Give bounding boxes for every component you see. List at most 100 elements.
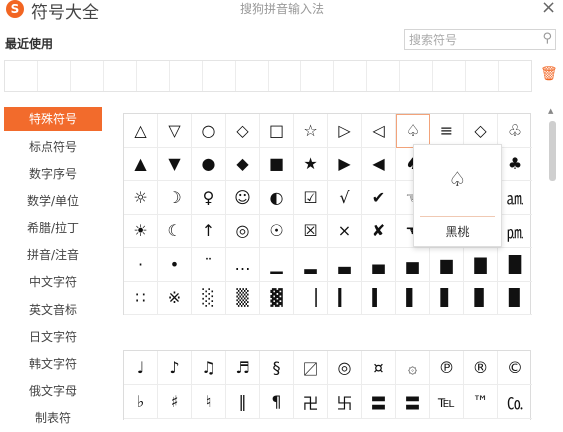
symbol-cell[interactable]: ◇ xyxy=(226,114,260,148)
symbol-cell[interactable]: ░ xyxy=(192,281,226,315)
sidebar-category-item[interactable]: 韩文字符 xyxy=(4,351,102,378)
sidebar-category-item[interactable]: 英文音标 xyxy=(4,297,102,324)
symbol-cell[interactable]: ☽ xyxy=(158,181,192,215)
symbol-cell[interactable]: ™ xyxy=(464,385,498,419)
symbol-cell[interactable]: ◆ xyxy=(226,147,260,181)
search-input[interactable] xyxy=(405,30,543,49)
recent-slot[interactable] xyxy=(104,61,137,91)
symbol-cell[interactable]: ∷ xyxy=(124,281,158,315)
recent-slot[interactable] xyxy=(367,61,401,91)
symbol-cell[interactable]: ℗ xyxy=(430,351,464,385)
symbol-cell[interactable]: ♫ xyxy=(192,351,226,385)
symbol-cell[interactable]: ◁ xyxy=(362,114,396,148)
symbol-cell[interactable]: 〼 xyxy=(294,351,328,385)
symbol-cell[interactable]: ♬ xyxy=(226,351,260,385)
symbol-cell[interactable]: ▷ xyxy=(328,114,362,148)
sidebar-category-item[interactable]: 日文字符 xyxy=(4,324,102,351)
recent-slot[interactable] xyxy=(137,61,170,91)
symbol-cell[interactable]: ㏘ xyxy=(498,215,532,248)
sidebar-category-item[interactable]: 数学/单位 xyxy=(4,188,102,215)
symbol-cell[interactable]: ▲ xyxy=(124,147,158,181)
symbol-cell[interactable]: ▽ xyxy=(158,114,192,148)
symbol-cell[interactable]: © xyxy=(498,351,532,385)
symbol-cell[interactable]: ☼ xyxy=(124,181,158,215)
symbol-cell[interactable]: ◐ xyxy=(260,181,294,215)
recent-slot[interactable] xyxy=(269,61,302,91)
symbol-cell[interactable]: ☾ xyxy=(158,214,192,248)
symbol-cell[interactable]: ▓ xyxy=(260,281,294,315)
symbol-cell[interactable]: ◇ xyxy=(464,114,498,148)
symbol-cell[interactable]: ▕ xyxy=(294,281,328,315)
symbol-cell[interactable]: ۞ xyxy=(396,351,430,385)
sidebar-category-item[interactable]: 制表符 xyxy=(4,405,102,432)
symbol-cell[interactable]: ▇ xyxy=(464,248,498,282)
symbol-cell[interactable]: ▅ xyxy=(396,248,430,282)
symbol-cell[interactable]: ▍ xyxy=(362,281,396,315)
symbol-cell[interactable]: ㏂ xyxy=(498,181,532,215)
sidebar-category-item[interactable]: 俄文字母 xyxy=(4,378,102,405)
symbol-cell[interactable]: ▊ xyxy=(464,281,498,315)
symbol-cell[interactable]: … xyxy=(226,248,260,282)
symbol-cell[interactable]: ▶ xyxy=(328,147,362,181)
symbol-cell[interactable]: ♤ xyxy=(396,114,430,148)
symbol-cell[interactable]: ¤ xyxy=(362,351,396,385)
symbol-cell[interactable]: ≡ xyxy=(430,114,464,148)
symbol-cell[interactable]: ® xyxy=(464,351,498,385)
symbol-cell[interactable]: ☑ xyxy=(294,181,328,215)
recent-slot[interactable] xyxy=(301,61,335,91)
sidebar-category-item[interactable]: 数字序号 xyxy=(4,161,102,188)
symbol-cell[interactable]: ¨ xyxy=(192,248,226,282)
recent-slot[interactable] xyxy=(499,61,531,91)
vertical-scrollbar[interactable]: ▲ xyxy=(546,107,558,420)
symbol-cell[interactable]: § xyxy=(260,351,294,385)
symbol-cell[interactable]: ▉ xyxy=(498,282,532,315)
recent-slot[interactable] xyxy=(170,61,203,91)
symbol-cell[interactable]: ♭ xyxy=(124,385,158,419)
symbol-cell[interactable]: ○ xyxy=(192,114,226,148)
symbol-cell[interactable]: ◎ xyxy=(328,351,362,385)
symbol-cell[interactable]: ♧ xyxy=(498,114,532,148)
symbol-cell[interactable]: ☺ xyxy=(226,181,260,215)
symbol-cell[interactable]: 〓 xyxy=(396,385,430,419)
recent-slot[interactable] xyxy=(334,61,368,91)
symbol-cell[interactable]: 〓 xyxy=(362,385,396,419)
symbol-cell[interactable]: ♯ xyxy=(158,385,192,419)
symbol-cell[interactable]: ℡ xyxy=(430,385,464,419)
recent-slot[interactable] xyxy=(5,61,38,91)
symbol-cell[interactable]: ‖ xyxy=(226,385,260,419)
symbol-cell[interactable]: ☒ xyxy=(294,214,328,248)
symbol-cell[interactable]: ▋ xyxy=(430,281,464,315)
symbol-cell[interactable]: ☆ xyxy=(294,114,328,148)
symbol-cell[interactable]: ✘ xyxy=(362,214,396,248)
symbol-cell[interactable]: ㏇ xyxy=(498,385,532,419)
symbol-cell[interactable]: ▌ xyxy=(396,281,430,315)
symbol-cell[interactable]: ♪ xyxy=(158,351,192,385)
recent-slot[interactable] xyxy=(400,61,434,91)
symbol-cell[interactable]: ▁ xyxy=(260,248,294,282)
symbol-cell[interactable]: ▄ xyxy=(362,248,396,282)
recent-slot[interactable] xyxy=(71,61,104,91)
symbol-cell[interactable]: □ xyxy=(260,114,294,148)
symbol-cell[interactable]: ♣ xyxy=(498,148,532,181)
symbol-cell[interactable]: • xyxy=(158,248,192,282)
symbol-cell[interactable]: × xyxy=(328,214,362,248)
sidebar-category-item[interactable]: 中文字符 xyxy=(4,269,102,296)
trash-icon[interactable]: 🗑 xyxy=(540,66,558,82)
recent-slot[interactable] xyxy=(203,61,236,91)
symbol-cell[interactable]: ▎ xyxy=(328,281,362,315)
symbol-cell[interactable]: ▆ xyxy=(430,248,464,282)
symbol-cell[interactable]: ¶ xyxy=(260,385,294,419)
symbol-cell[interactable]: 卐 xyxy=(328,385,362,419)
symbol-cell[interactable]: 卍 xyxy=(294,385,328,419)
recent-slot[interactable] xyxy=(236,61,269,91)
symbol-cell[interactable]: █ xyxy=(498,248,532,282)
symbol-cell[interactable]: ☉ xyxy=(260,214,294,248)
scroll-thumb[interactable] xyxy=(549,121,556,181)
symbol-cell[interactable]: △ xyxy=(124,114,158,148)
scroll-up-arrow-icon[interactable]: ▲ xyxy=(548,107,553,115)
sidebar-category-item[interactable]: 标点符号 xyxy=(4,134,102,161)
symbol-cell[interactable]: ▒ xyxy=(226,281,260,315)
symbol-cell[interactable]: ☀ xyxy=(124,214,158,248)
symbol-cell[interactable]: ★ xyxy=(294,147,328,181)
symbol-cell[interactable]: ▃ xyxy=(328,248,362,282)
